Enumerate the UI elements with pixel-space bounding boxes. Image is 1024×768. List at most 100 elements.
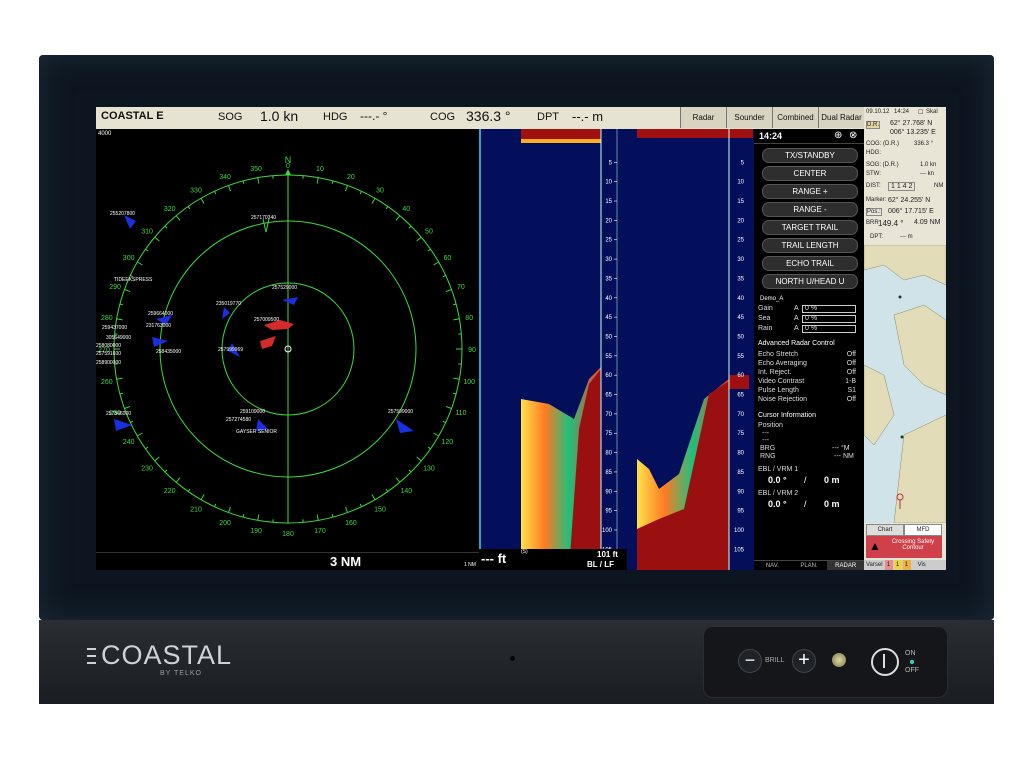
- target-label: 259664000: [148, 311, 174, 317]
- adv-row-label: Echo Averaging: [758, 360, 807, 367]
- adv-row[interactable]: Int. Reject. Off: [758, 369, 856, 377]
- on-label: ON: [905, 650, 916, 657]
- bearing-label: 320: [164, 206, 176, 213]
- bearing-label: 220: [164, 488, 176, 495]
- bearing-tick: [242, 180, 245, 184]
- ebl2-m[interactable]: 0 m: [824, 499, 840, 509]
- tab-nav[interactable]: NAV.: [754, 561, 791, 570]
- bearing-label: 50: [425, 229, 433, 236]
- marker-lon: 006° 17.715' E: [888, 208, 934, 215]
- tx-standby-button[interactable]: TX/STANDBY: [762, 148, 858, 163]
- close-icon[interactable]: ⊗: [849, 130, 857, 141]
- trail-length-button[interactable]: TRAIL LENGTH: [762, 238, 858, 253]
- bearing-label: 210: [190, 506, 202, 513]
- add-icon[interactable]: ⊕: [834, 130, 842, 141]
- status-count-orange[interactable]: 1: [902, 560, 911, 570]
- adv-row[interactable]: Noise Rejection Off: [758, 396, 856, 404]
- target-label: 259437000: [102, 325, 128, 331]
- bearing-tick: [116, 318, 123, 321]
- target-label: 258900000: [96, 360, 122, 366]
- menu-bottom-tabs: NAV. PLAN. RADAR: [754, 560, 865, 570]
- adv-row[interactable]: Echo Averaging Off: [758, 360, 856, 368]
- center-button[interactable]: CENTER: [762, 166, 858, 181]
- depth-tick-label: 10: [605, 180, 612, 186]
- depth-tick-label: 95: [737, 509, 744, 515]
- target-trail-button[interactable]: TARGET TRAIL: [762, 220, 858, 235]
- tab-sounder[interactable]: Sounder: [726, 107, 772, 128]
- sounder-view[interactable]: 5 5 10 10 15 15 20 20 25 25 30 30 35 35 40 40 45 45 50 50 55…: [479, 129, 754, 570]
- tab-radar[interactable]: Radar: [680, 107, 726, 128]
- tab-combined[interactable]: Combined: [772, 107, 818, 128]
- range-readout[interactable]: 3 NM 1 NM: [96, 552, 479, 570]
- power-button[interactable]: [871, 648, 899, 676]
- brill-minus-button[interactable]: −: [738, 649, 762, 673]
- skal-label: Skal: [926, 109, 938, 115]
- bearing-tick: [124, 289, 131, 293]
- alert-box[interactable]: ▲ Crossing Safety Contour: [866, 536, 942, 558]
- target-label: 257591600: [96, 351, 122, 357]
- bearing-tick: [442, 275, 446, 278]
- bearing-tick: [408, 469, 412, 473]
- target-label: GAYSER SENIOR: [236, 429, 278, 435]
- echo-trail-button[interactable]: ECHO TRAIL: [762, 256, 858, 271]
- small-range-label: 1 NM: [464, 562, 476, 568]
- depth-tick-label: 80: [737, 451, 744, 457]
- cursor-title: Cursor Information: [758, 412, 816, 419]
- control-panel: − BRILL + ON OFF: [703, 626, 948, 698]
- bearing-tick: [116, 377, 123, 380]
- mfd-tab[interactable]: MFD: [904, 524, 942, 536]
- bearing-tick: [154, 236, 160, 242]
- chart-tab[interactable]: Chart: [866, 524, 904, 536]
- bearing-label: 10: [316, 166, 324, 173]
- depth-tick-label: 5: [609, 160, 613, 166]
- vis-button[interactable]: Vis: [915, 560, 929, 570]
- status-count-red[interactable]: 1: [884, 560, 893, 570]
- tab-plan[interactable]: PLAN.: [791, 561, 828, 570]
- depth-tick-label: 25: [605, 238, 612, 244]
- adv-row[interactable]: Echo Stretch Off: [758, 351, 856, 359]
- ebl1-deg[interactable]: 0.0 °: [768, 475, 787, 485]
- sog-value: 1.0 kn: [260, 108, 299, 124]
- chart-map[interactable]: [864, 245, 946, 523]
- hdg-label-right: HDG:: [866, 150, 881, 156]
- rain-mode: A: [794, 325, 799, 332]
- ebl1-m[interactable]: 0 m: [824, 475, 840, 485]
- rain-row[interactable]: Rain A 0 %: [758, 325, 860, 333]
- depth-tick-label: 35: [737, 276, 744, 282]
- radar-view[interactable]: 0 10 20 30 40 50 60 70 80 90 100 110 120 130 140 150 160…: [96, 129, 479, 570]
- adv-row[interactable]: Pulse Length S1: [758, 387, 856, 395]
- target-label: 257599000: [388, 409, 414, 415]
- tab-dual-radar[interactable]: Dual Radar: [818, 107, 864, 128]
- depth-tick-label: 60: [737, 373, 744, 379]
- rain-label: Rain: [758, 325, 773, 332]
- bearing-label: 300: [123, 255, 135, 262]
- skal-checkbox[interactable]: ☐: [918, 109, 923, 116]
- bearing-label: 350: [250, 166, 262, 173]
- surface-band: [521, 139, 601, 143]
- brand-sub: BY TELKO: [160, 670, 202, 677]
- brill-plus-button[interactable]: +: [792, 649, 816, 673]
- bearing-label: 90: [468, 347, 476, 354]
- bearing-tick: [416, 236, 422, 242]
- range-plus-button[interactable]: RANGE +: [762, 184, 858, 199]
- cog-value: 336.3 °: [466, 108, 511, 124]
- adv-row[interactable]: Video Contrast 1-B: [758, 378, 856, 386]
- range-minus-button[interactable]: RANGE -: [762, 202, 858, 217]
- marker-lat: 62° 24.255' N: [888, 197, 931, 204]
- tab-radar-menu[interactable]: RADAR: [827, 561, 865, 570]
- adv-title: Advanced Radar Control: [758, 340, 835, 347]
- bearing-label: 230: [141, 465, 153, 472]
- light-sensor-icon: [832, 653, 846, 667]
- bearing-label: 260: [101, 379, 113, 386]
- sea-value: 0 %: [802, 315, 856, 323]
- status-count-yellow[interactable]: 1: [893, 560, 902, 570]
- gain-row[interactable]: Gain A 0 %: [758, 305, 860, 313]
- ebl2-slash: /: [804, 499, 807, 509]
- brr-value: 149.4 °: [878, 219, 904, 228]
- dist-value: 1 1 4 2: [888, 182, 916, 191]
- sea-row[interactable]: Sea A 0 %: [758, 315, 860, 323]
- ebl2-deg[interactable]: 0.0 °: [768, 499, 787, 509]
- sounder-mode[interactable]: BL / LF: [587, 560, 614, 569]
- north-head-up-button[interactable]: NORTH U/HEAD U: [762, 274, 858, 289]
- bearing-tick: [359, 191, 362, 195]
